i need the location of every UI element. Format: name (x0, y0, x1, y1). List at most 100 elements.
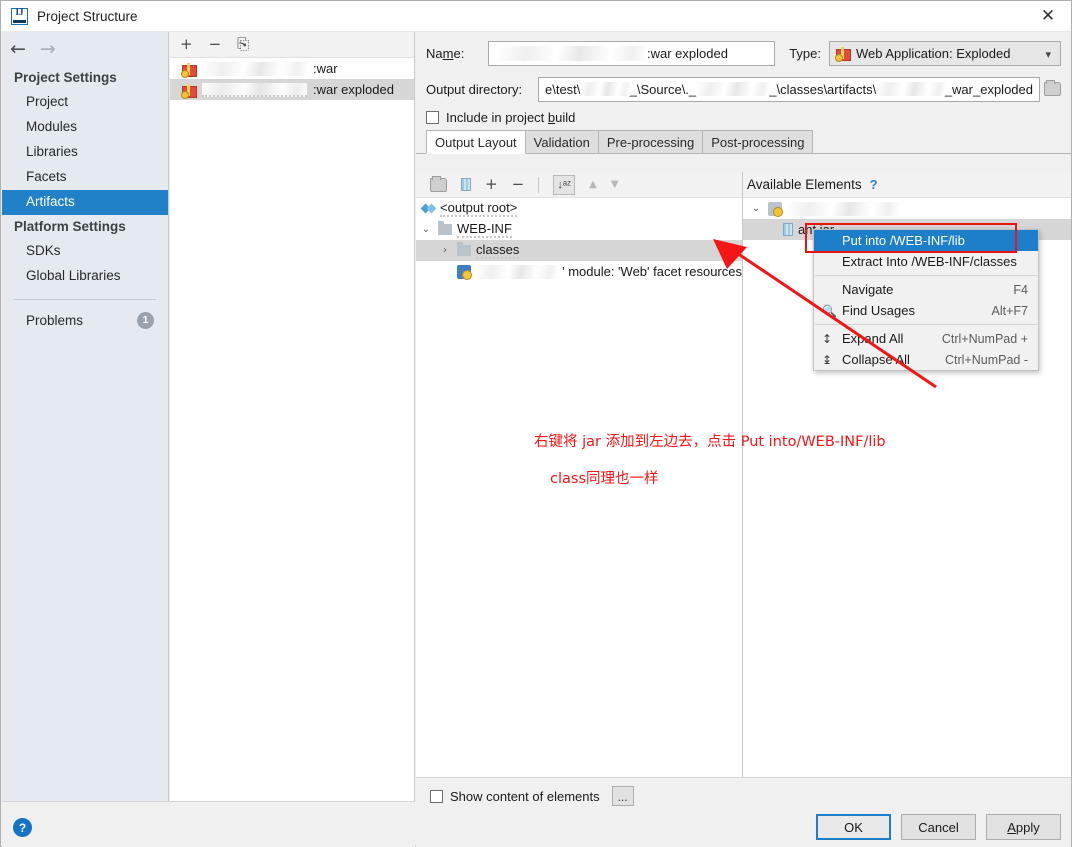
help-icon[interactable]: ? (870, 177, 878, 192)
name-type-row: Name: :war exploded Type: Web Applicatio… (416, 32, 1071, 74)
move-down-icon[interactable]: ▼ (611, 179, 619, 190)
artifact-name-redacted (202, 82, 307, 97)
war-artifact-icon (181, 62, 197, 78)
library-name-redacted (787, 201, 899, 216)
tab-post-processing[interactable]: Post-processing (702, 130, 814, 153)
remove-artifact-button[interactable]: − (209, 37, 222, 52)
sidebar-item-label: Problems (26, 313, 84, 328)
folder-icon (457, 242, 471, 256)
show-content-checkbox[interactable] (430, 789, 443, 803)
show-content-row[interactable]: Show content of elements ... (416, 778, 1071, 806)
menu-item-shortcut: Alt+F7 (991, 303, 1028, 318)
menu-item-shortcut: Ctrl+NumPad + (941, 331, 1028, 346)
sidebar-item-libraries[interactable]: Libraries (2, 140, 168, 165)
artifact-name-redacted (202, 61, 307, 76)
output-directory-input[interactable]: e\test\ _\Source\._ _\classes\artifacts\… (538, 76, 1040, 102)
output-dir-part1: e\test\ (545, 81, 581, 97)
tree-label: classes (476, 242, 520, 259)
chevron-down-icon: ▾ (1045, 47, 1051, 61)
artifact-editor-panel: Name: :war exploded Type: Web Applicatio… (416, 32, 1071, 838)
output-directory-label: Output directory: (426, 81, 523, 97)
artifact-type-select[interactable]: Web Application: Exploded ▾ (829, 40, 1061, 66)
tree-label: <output root> (440, 200, 518, 217)
tree-row[interactable]: <output root> (416, 198, 742, 219)
show-content-options-button[interactable]: ... (611, 786, 634, 806)
sidebar-item-artifacts[interactable]: Artifacts (2, 190, 168, 215)
menu-item-shortcut: F4 (1013, 282, 1028, 297)
sidebar-item-problems[interactable]: Problems 1 (2, 308, 168, 335)
help-icon[interactable]: ? (13, 818, 32, 837)
problems-count-badge: 1 (137, 312, 154, 329)
artifact-list-item[interactable]: :war exploded (170, 79, 414, 100)
copy-artifact-button[interactable]: ⎘ (237, 37, 249, 52)
create-archive-icon[interactable] (461, 178, 471, 191)
browse-folder-icon[interactable] (1044, 80, 1061, 96)
dialog-button-bar: OK Cancel Apply (416, 806, 1071, 847)
sort-button[interactable]: ↓ᵃᶻ (553, 174, 576, 195)
apply-button[interactable]: Apply (986, 814, 1061, 840)
artifact-name-suffix: :war (313, 61, 338, 76)
forward-arrow-icon[interactable]: → (40, 39, 56, 59)
artifact-name-suffix: :war exploded (313, 82, 394, 97)
settings-sidebar: ← → Project Settings Project Modules Lib… (2, 32, 169, 801)
show-content-label: Show content of elements (450, 788, 600, 804)
sidebar-item-project[interactable]: Project (2, 90, 168, 115)
twisty-icon[interactable]: ⌄ (419, 224, 433, 235)
sidebar-group-platform-settings: Platform Settings (14, 219, 126, 234)
available-elements-title: Available Elements (747, 177, 862, 192)
output-dir-part3: _\classes\artifacts\ (769, 81, 877, 97)
artifact-name-input[interactable]: :war exploded (488, 40, 776, 66)
include-in-build-row[interactable]: Include in project build (416, 104, 1071, 130)
move-up-icon[interactable]: ▲ (589, 179, 597, 190)
intellij-logo-icon (11, 7, 28, 25)
tree-label: WEB-INF (457, 221, 512, 238)
tab-validation[interactable]: Validation (524, 130, 599, 153)
sidebar-item-global-libraries[interactable]: Global Libraries (2, 264, 168, 289)
available-elements-header: Available Elements ? (743, 172, 1071, 198)
output-dir-part2: _\Source\._ (629, 81, 697, 97)
tree-row[interactable]: ⌄ (743, 198, 1071, 219)
artifact-list-item[interactable]: :war (170, 58, 414, 79)
sidebar-nav-arrows: ← → (2, 32, 168, 66)
add-element-button[interactable]: + (485, 177, 498, 192)
include-in-build-label: Include in project build (446, 109, 576, 125)
close-icon[interactable]: ✕ (1025, 1, 1071, 31)
add-artifact-button[interactable]: + (180, 37, 193, 52)
editor-tabs: Output Layout Validation Pre-processing … (416, 130, 1071, 154)
annotation-arrow-icon (713, 239, 937, 389)
annotation-line-2: class同理也一样 (550, 471, 659, 487)
artifact-list-panel: + − ⎘ :war :war exploded (170, 32, 415, 801)
sidebar-divider (14, 299, 156, 300)
annotation-line-1: 右键将 jar 添加到左边去，点击 Put into/WEB-INF/lib (534, 434, 886, 450)
module-icon (457, 264, 472, 280)
menu-item-shortcut: Ctrl+NumPad - (944, 352, 1028, 367)
sidebar-item-modules[interactable]: Modules (2, 115, 168, 140)
sidebar-item-facets[interactable]: Facets (2, 165, 168, 190)
output-root-icon (422, 202, 435, 215)
toolbar-divider (538, 176, 540, 193)
window-title: Project Structure (37, 8, 138, 24)
library-folder-icon (768, 201, 783, 217)
sidebar-group-project-settings: Project Settings (14, 70, 117, 85)
window-titlebar: Project Structure ✕ (1, 1, 1071, 32)
tab-pre-processing[interactable]: Pre-processing (597, 130, 704, 153)
output-dir-part4: _war_exploded (944, 81, 1033, 97)
twisty-icon[interactable]: ⌄ (749, 203, 763, 214)
type-label: Type: (789, 45, 821, 61)
output-directory-row: Output directory: e\test\ _\Source\._ _\… (416, 74, 1071, 104)
module-name-redacted (476, 264, 558, 279)
output-layout-toolbar: + − ↓ᵃᶻ ▲ ▼ (416, 172, 742, 198)
include-in-build-checkbox[interactable] (426, 110, 439, 124)
back-arrow-icon[interactable]: ← (10, 39, 26, 59)
artifact-list-toolbar: + − ⎘ (170, 32, 414, 58)
tab-output-layout[interactable]: Output Layout (426, 130, 526, 154)
ok-button[interactable]: OK (816, 814, 891, 840)
sidebar-item-sdks[interactable]: SDKs (2, 239, 168, 264)
cancel-button[interactable]: Cancel (901, 814, 976, 840)
artifact-type-value: Web Application: Exploded (856, 45, 1011, 61)
name-label: Name: (426, 45, 465, 61)
project-structure-dialog: Project Structure ✕ ← → Project Settings… (0, 0, 1072, 847)
remove-element-button[interactable]: − (512, 177, 525, 192)
twisty-icon[interactable]: › (438, 245, 452, 256)
create-directory-icon[interactable] (430, 175, 447, 192)
